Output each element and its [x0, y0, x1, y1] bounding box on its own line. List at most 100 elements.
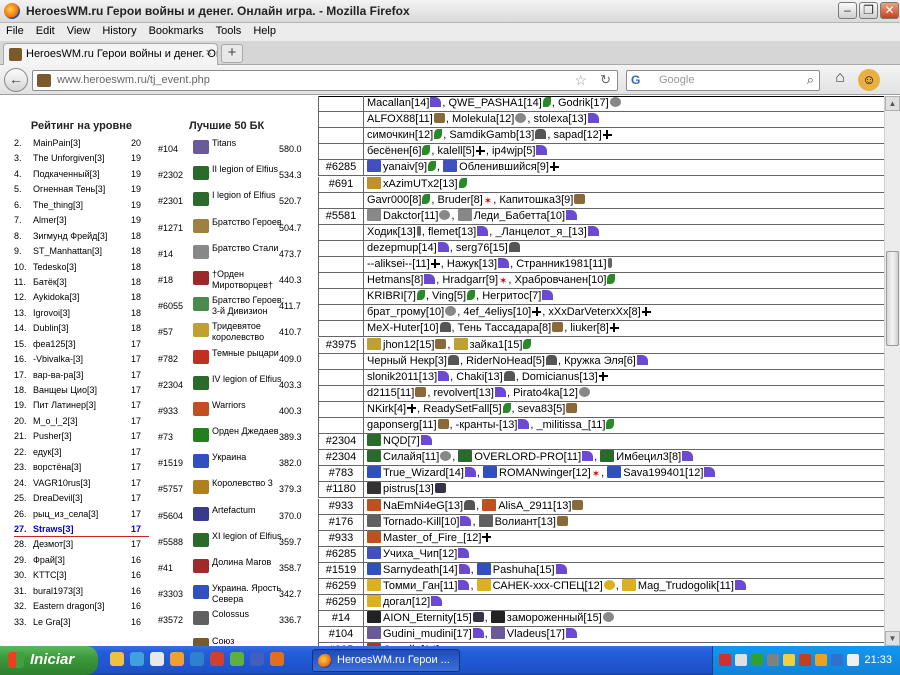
clan-emblem-icon[interactable] — [367, 595, 381, 608]
scroll-thumb[interactable] — [886, 251, 899, 346]
player-link[interactable]: Gudini_mudini[17] — [383, 628, 472, 640]
clan-emblem-icon[interactable] — [193, 428, 209, 443]
menu-edit[interactable]: Edit — [30, 23, 61, 37]
player-link[interactable]: Macallan[14] — [367, 97, 429, 109]
player-link[interactable]: The Unforgiven[3] — [33, 151, 105, 166]
clan-emblem-icon[interactable] — [193, 349, 209, 364]
player-link[interactable]: Дезмот[3] — [33, 537, 73, 552]
clan-id[interactable]: #782 — [158, 354, 178, 364]
back-button[interactable]: ← — [4, 68, 28, 92]
clan-rank-link[interactable] — [318, 224, 364, 241]
player-link[interactable]: Aykidoka[3] — [33, 290, 79, 305]
clan-rank-link[interactable]: #6285 — [318, 546, 364, 563]
player-link[interactable]: Тень Тассадара[8] — [458, 322, 552, 334]
player-link[interactable]: yanaiv[9] — [383, 161, 427, 173]
player-link[interactable]: Sava199401[12] — [623, 467, 703, 479]
clan-emblem-icon[interactable] — [453, 337, 468, 350]
clan-emblem-icon[interactable] — [193, 270, 209, 285]
player-link[interactable]: flemet[13] — [428, 226, 476, 238]
player-link[interactable]: NKirk[4] — [367, 403, 406, 415]
clan-id[interactable]: #933 — [158, 406, 178, 416]
vertical-scrollbar[interactable]: ▲ ▼ — [884, 96, 900, 646]
clan-name[interactable]: Colossus — [212, 609, 287, 620]
player-link[interactable]: Gavr000[8] — [367, 194, 421, 206]
player-link[interactable]: Храбровчанен[10] — [515, 274, 607, 286]
clan-rank-link[interactable] — [318, 257, 364, 273]
clan-emblem-icon[interactable] — [193, 140, 209, 154]
player-link[interactable]: Негритос[7] — [482, 290, 541, 302]
clan-emblem-icon[interactable] — [607, 466, 622, 479]
tray-icon[interactable] — [767, 654, 779, 666]
clan-rank-link[interactable] — [318, 385, 364, 402]
player-link[interactable]: -кранты-[13] — [456, 419, 518, 431]
clan-emblem-icon[interactable] — [490, 611, 505, 624]
clan-rank-link[interactable] — [318, 144, 364, 161]
player-link[interactable]: DreaDevil[3] — [33, 491, 83, 506]
clan-emblem-icon[interactable] — [193, 480, 209, 495]
player-link[interactable]: pistrus[13] — [383, 483, 434, 495]
player-link[interactable]: Ходик[13] — [367, 226, 416, 238]
player-link[interactable]: САНЕК-xxx-СПЕЦ[12] — [493, 580, 603, 592]
home-icon[interactable]: ⌂ — [828, 69, 852, 91]
player-link[interactable]: -Vbivalka-[3] — [33, 352, 83, 367]
player-link[interactable]: seva83[5] — [518, 403, 566, 415]
clan-emblem-icon[interactable] — [193, 611, 209, 626]
player-link[interactable]: Domicianus[13] — [522, 371, 598, 383]
clan-name[interactable]: Королевство 3 — [212, 478, 287, 489]
player-link[interactable]: Нажук[13] — [447, 258, 497, 270]
taskbar-firefox-button[interactable]: HeroesWM.ru Герои ... — [312, 649, 460, 672]
clan-id[interactable]: #2304 — [158, 380, 183, 390]
player-link[interactable]: Tedesko[3] — [33, 260, 77, 275]
clan-emblem-icon[interactable] — [193, 637, 209, 646]
clan-emblem-icon[interactable] — [367, 611, 381, 624]
clan-name[interactable]: Тридевятое королевство — [212, 321, 287, 343]
clan-id[interactable]: #14 — [158, 249, 173, 259]
player-link[interactable]: Dublin[3] — [33, 321, 69, 336]
player-link[interactable]: Леди_Бабетта[10] — [474, 210, 565, 222]
player-link[interactable]: MeX-Huter[10] — [367, 322, 439, 334]
clan-name[interactable]: Орден Джедаев — [212, 426, 287, 437]
quicklaunch-icon[interactable] — [270, 652, 284, 666]
player-link[interactable]: Силайя[11] — [383, 451, 439, 463]
clan-rank-link[interactable]: #933 — [318, 498, 364, 515]
player-link[interactable]: Пит Латинер[3] — [33, 398, 96, 413]
player-link[interactable]: ReadySetFall[5] — [423, 403, 501, 415]
player-link[interactable]: stolexa[13] — [533, 113, 586, 125]
player-link[interactable]: VAGR10rus[3] — [33, 476, 90, 491]
player-link[interactable]: бесёнен[6] — [367, 145, 421, 157]
player-link[interactable]: 4ef_4eliys[10] — [463, 306, 531, 318]
clan-id[interactable]: #3303 — [158, 589, 183, 599]
clan-rank-link[interactable]: #176 — [318, 514, 364, 531]
player-link[interactable]: Hradgarr[9] — [442, 274, 498, 286]
clan-name[interactable]: Долина Магов — [212, 557, 287, 568]
player-link[interactable]: Vladeus[17] — [507, 628, 565, 640]
player-link[interactable]: sapad[12] — [553, 129, 601, 141]
scroll-up-icon[interactable]: ▲ — [885, 96, 900, 111]
player-link[interactable]: Имбецил3[8] — [616, 451, 681, 463]
player-link[interactable]: Master_of_Fire_[12] — [383, 532, 481, 544]
clan-id[interactable]: #6055 — [158, 301, 183, 311]
quicklaunch-icon[interactable] — [130, 652, 144, 666]
clan-emblem-icon[interactable] — [193, 585, 209, 600]
clan-rank-link[interactable] — [318, 289, 364, 306]
clan-emblem-icon[interactable] — [458, 450, 473, 463]
menu-view[interactable]: View — [61, 23, 97, 37]
player-link[interactable]: _militissa_[11] — [537, 419, 606, 431]
player-link[interactable]: _Ланцелот_я_[13] — [495, 226, 586, 238]
clan-emblem-icon[interactable] — [490, 627, 505, 640]
player-link[interactable]: True_Wizard[14] — [383, 467, 464, 479]
clan-rank-link[interactable]: #14 — [318, 611, 364, 628]
clan-emblem-icon[interactable] — [193, 297, 209, 312]
clan-name[interactable]: Artefactum — [212, 505, 287, 516]
clan-emblem-icon[interactable] — [367, 498, 381, 511]
player-link[interactable]: SamdikGamb[13] — [449, 129, 534, 141]
player-link[interactable]: AlisA_2911[13] — [498, 500, 571, 512]
clan-emblem-icon[interactable] — [476, 562, 491, 575]
clan-id[interactable]: #57 — [158, 327, 173, 337]
tray-icon[interactable] — [783, 654, 795, 666]
player-link[interactable]: d2115[11] — [367, 387, 414, 399]
player-link[interactable]: Ving[5] — [432, 290, 466, 302]
clan-rank-link[interactable]: #933 — [318, 530, 364, 547]
clan-rank-link[interactable] — [318, 273, 364, 290]
tray-icon[interactable] — [799, 654, 811, 666]
